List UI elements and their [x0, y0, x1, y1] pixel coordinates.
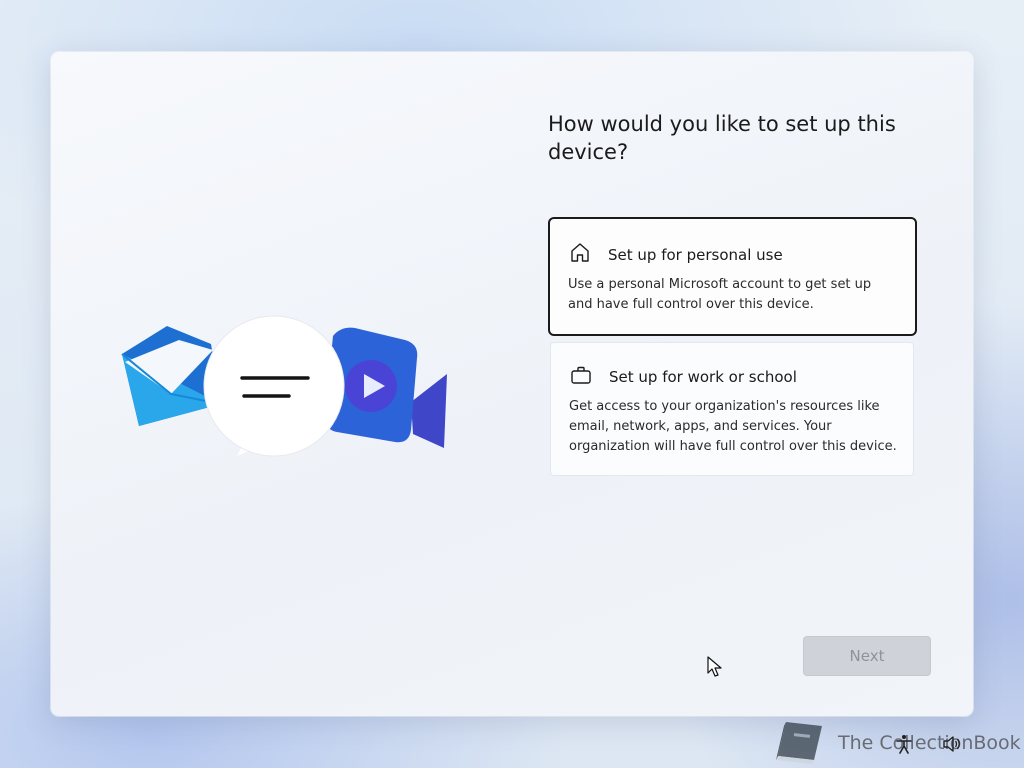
book-icon	[776, 722, 822, 764]
watermark: The CollectionBook	[772, 720, 1021, 766]
next-button[interactable]: Next	[803, 636, 931, 676]
option-description: Use a personal Microsoft account to get …	[568, 277, 872, 312]
accessibility-icon[interactable]	[894, 734, 914, 754]
setup-dialog: How would you like to set up this device…	[51, 52, 973, 716]
chat-bubble-icon	[203, 315, 345, 457]
option-title: Set up for work or school	[609, 368, 797, 386]
option-description: Get access to your organization's resour…	[569, 399, 897, 454]
home-icon	[571, 243, 589, 262]
volume-icon[interactable]	[942, 734, 962, 754]
illustration	[121, 315, 447, 457]
option-personal-use[interactable]: Set up for personal use Use a personal M…	[548, 217, 917, 336]
watermark-text: The CollectionBook	[838, 732, 1021, 754]
option-title: Set up for personal use	[608, 246, 783, 264]
page-title: How would you like to set up this device…	[548, 112, 896, 164]
briefcase-icon	[571, 366, 591, 384]
option-work-or-school[interactable]: Set up for work or school Get access to …	[550, 342, 914, 476]
mouse-cursor-icon	[707, 656, 722, 677]
